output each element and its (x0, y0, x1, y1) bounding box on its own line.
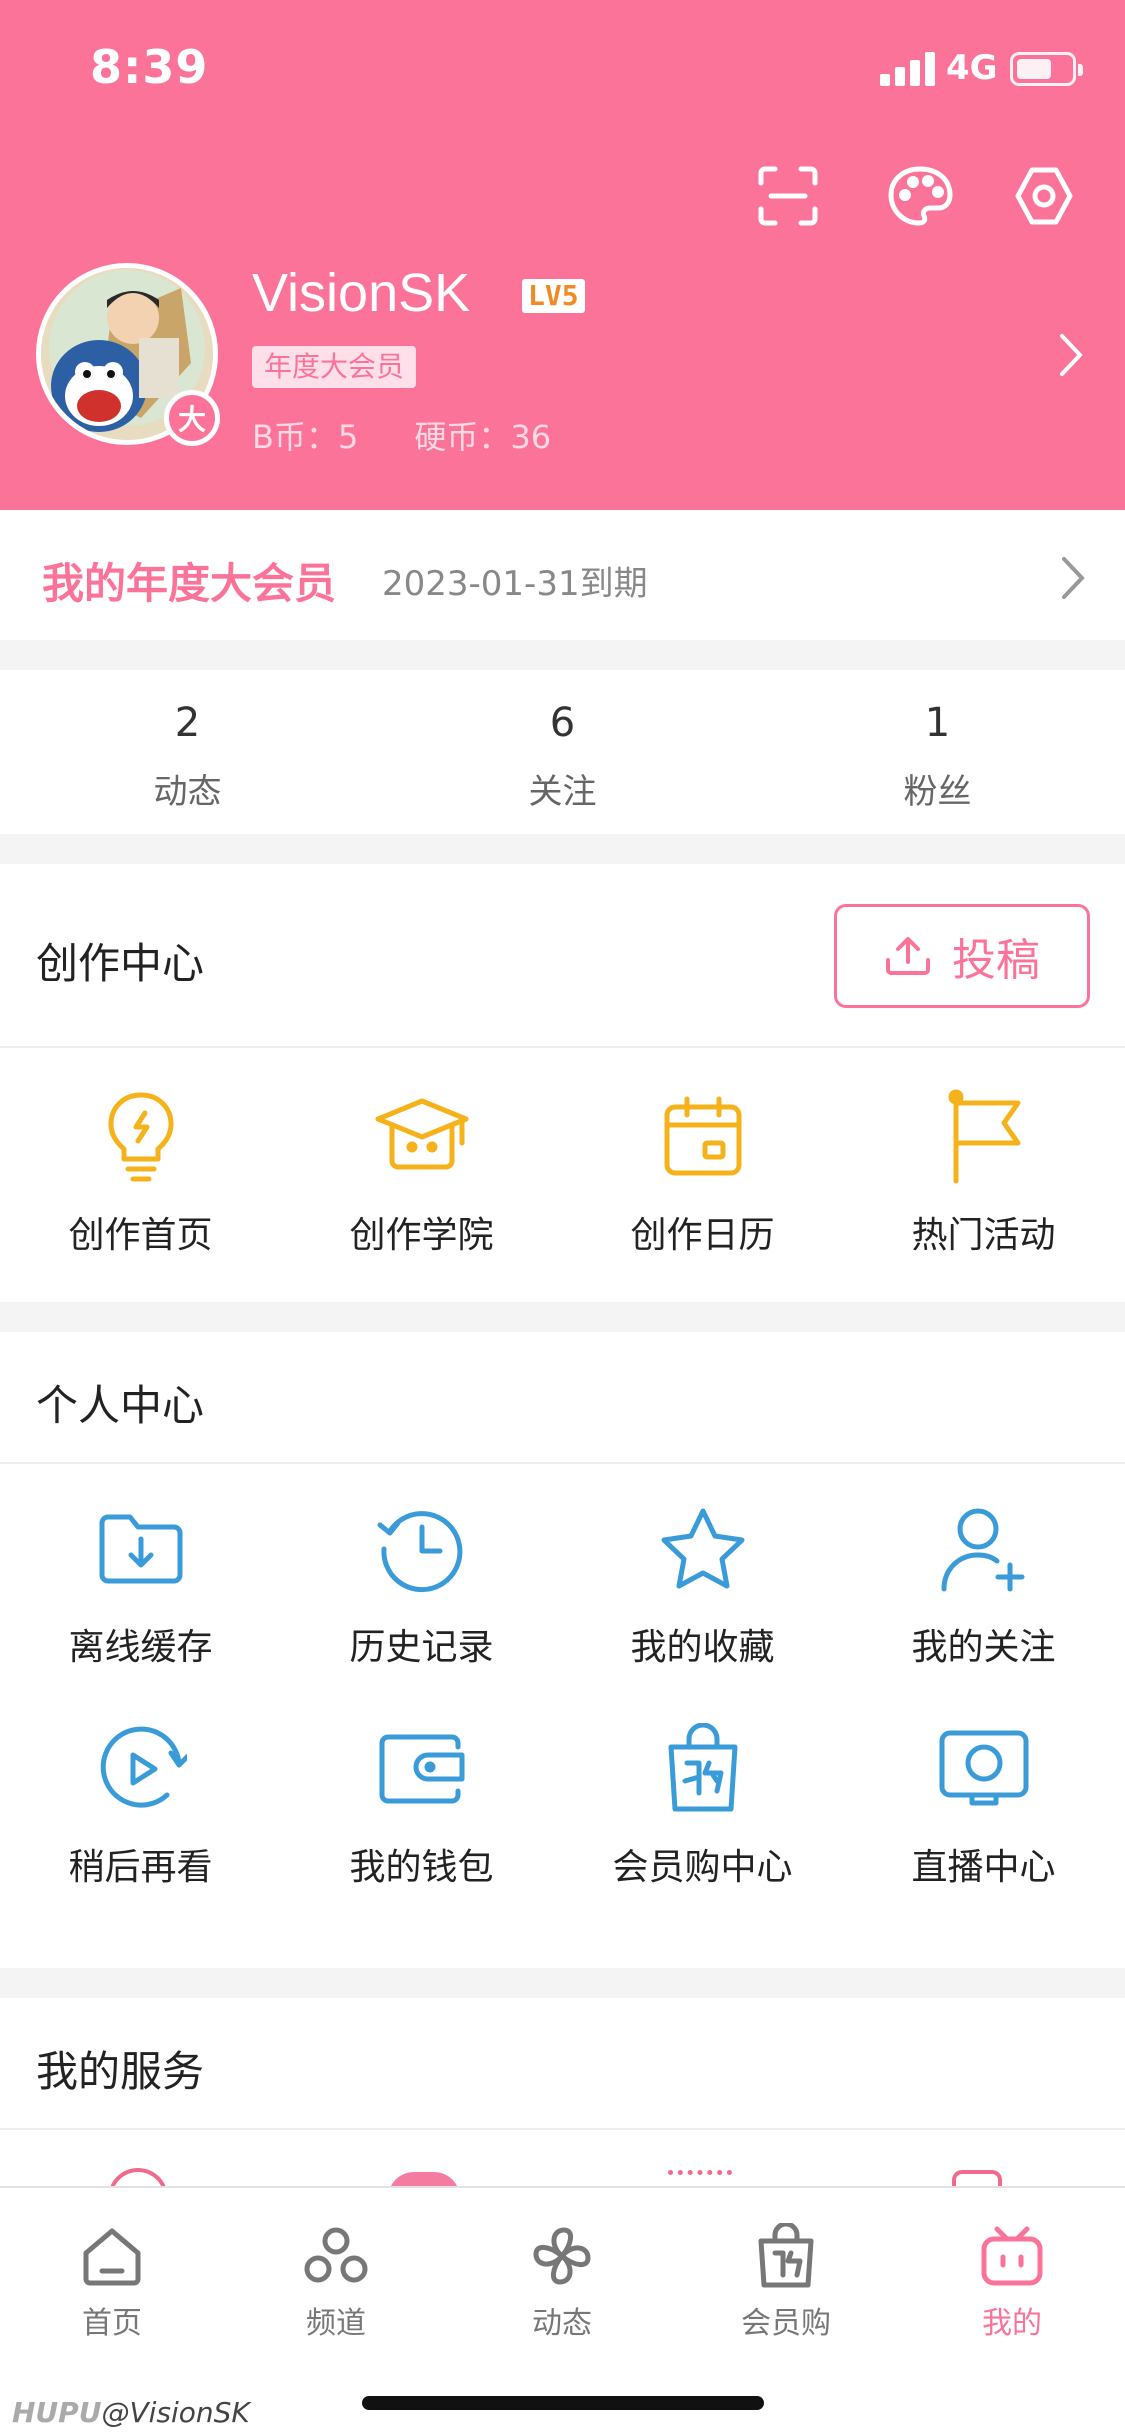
my-services-section: 我的服务 (0, 1998, 1125, 2198)
section-title: 我的服务 (36, 2047, 205, 2096)
grid-item-label: 我的关注 (911, 1627, 1056, 1668)
add-user-icon (843, 1494, 1124, 1604)
download-folder-icon (0, 1494, 281, 1604)
home-indicator[interactable] (362, 2396, 764, 2410)
upload-label: 投稿 (952, 935, 1040, 986)
tv-mascot-icon (932, 2218, 1092, 2294)
stat-label: 动态 (153, 772, 222, 812)
stats-row: 2 动态 6 关注 1 粉丝 (0, 670, 1125, 834)
grid-item-favorites[interactable]: 我的收藏 (562, 1494, 843, 1670)
grid-item-watch-later[interactable]: 稍后再看 (0, 1714, 281, 1890)
tab-label: 动态 (532, 2306, 592, 2341)
shopping-bag-icon (562, 1714, 843, 1824)
stat-number: 1 (924, 700, 951, 746)
signal-icon (880, 52, 936, 86)
stat-label: 粉丝 (903, 772, 972, 812)
grid-item-creation-calendar[interactable]: 创作日历 (562, 1082, 843, 1258)
history-clock-icon (281, 1494, 562, 1604)
status-bar: 8:39 4G (0, 0, 1125, 140)
stat-number: 2 (174, 700, 201, 746)
creation-center-section: 创作中心 投稿 创作首页 创作学院 创作日历 热门活动 (0, 864, 1125, 1302)
upload-icon (886, 937, 930, 975)
grid-item-label: 离线缓存 (68, 1627, 213, 1668)
channels-icon (256, 2218, 416, 2294)
grid-item-my-follows[interactable]: 我的关注 (843, 1494, 1124, 1670)
stat-dynamics[interactable]: 2 动态 (0, 670, 375, 834)
grid-item-label: 创作日历 (630, 1215, 775, 1256)
section-title: 个人中心 (36, 1381, 205, 1430)
watermark-brand: HUPU (12, 2396, 102, 2429)
grid-item-label: 我的钱包 (349, 1847, 494, 1888)
stat-label: 关注 (528, 772, 597, 812)
watermark-user: @VisionSK (101, 2396, 250, 2429)
grid-item-label: 直播中心 (911, 1847, 1056, 1888)
star-icon (562, 1494, 843, 1604)
personal-center-header: 个人中心 (0, 1332, 1125, 1464)
grid-item-creation-home[interactable]: 创作首页 (0, 1082, 281, 1258)
palette-icon[interactable] (884, 160, 956, 232)
grid-item-hot-events[interactable]: 热门活动 (843, 1082, 1124, 1258)
vip-title: 我的年度大会员 (42, 559, 337, 608)
level-badge: LV5 (522, 279, 585, 313)
personal-center-section: 个人中心 离线缓存 历史记录 我的收藏 我的关注 稍后再看 我的钱包 会员购中心… (0, 1332, 1125, 1968)
vip-badge: 大 (164, 390, 220, 446)
grid-item-vip-shop[interactable]: 会员购中心 (562, 1714, 843, 1890)
play-later-icon (0, 1714, 281, 1824)
grid-item-label: 会员购中心 (612, 1847, 793, 1888)
grid-item-label: 我的收藏 (630, 1627, 775, 1668)
profile-header: 8:39 4G 大 VisionSK LV5 年度大会员 B币：5 硬币：36 (0, 0, 1125, 510)
grid-item-label: 热门活动 (911, 1215, 1056, 1256)
tab-home[interactable]: 首页 (32, 2218, 192, 2342)
vip-expiry: 2023-01-31到期 (382, 564, 648, 604)
tab-dynamics[interactable]: 动态 (482, 2218, 642, 2342)
graduation-cap-icon (281, 1082, 562, 1192)
my-services-header: 我的服务 (0, 1998, 1125, 2130)
creation-center-header: 创作中心 投稿 (0, 864, 1125, 1048)
vip-membership-bar[interactable]: 我的年度大会员 2023-01-31到期 (0, 510, 1125, 640)
shopping-bag-icon (706, 2218, 866, 2294)
grid-item-creation-academy[interactable]: 创作学院 (281, 1082, 562, 1258)
tab-vip-shop[interactable]: 会员购 (706, 2218, 866, 2342)
vip-tag: 年度大会员 (252, 346, 417, 388)
stat-fans[interactable]: 1 粉丝 (750, 670, 1125, 834)
scan-icon[interactable] (752, 160, 824, 232)
tab-label: 首页 (82, 2306, 142, 2341)
live-tv-icon (843, 1714, 1124, 1824)
chevron-right-icon[interactable] (1050, 330, 1090, 380)
tab-label: 会员购 (741, 2306, 831, 2341)
lightbulb-icon (0, 1082, 281, 1192)
grid-item-label: 历史记录 (349, 1627, 494, 1668)
wallet-icon (281, 1714, 562, 1824)
chevron-right-icon (1052, 553, 1092, 603)
stat-following[interactable]: 6 关注 (375, 670, 750, 834)
watermark: HUPU@VisionSK (12, 2396, 250, 2429)
stat-number: 6 (549, 700, 576, 746)
username[interactable]: VisionSK (252, 262, 470, 324)
battery-icon (1010, 52, 1083, 86)
grid-item-label: 创作首页 (68, 1215, 213, 1256)
tab-label: 我的 (982, 2306, 1042, 2341)
pinwheel-icon (482, 2218, 642, 2294)
tab-label: 频道 (306, 2306, 366, 2341)
flag-icon (843, 1082, 1124, 1192)
upload-button[interactable]: 投稿 (834, 904, 1090, 1008)
grid-item-live-center[interactable]: 直播中心 (843, 1714, 1124, 1890)
grid-item-offline-cache[interactable]: 离线缓存 (0, 1494, 281, 1670)
grid-item-history[interactable]: 历史记录 (281, 1494, 562, 1670)
tab-mine[interactable]: 我的 (932, 2218, 1092, 2342)
settings-icon[interactable] (1008, 160, 1080, 232)
network-type: 4G (946, 48, 998, 88)
grid-item-wallet[interactable]: 我的钱包 (281, 1714, 562, 1890)
tab-channels[interactable]: 频道 (256, 2218, 416, 2342)
hard-coin-count: 硬币：36 (414, 418, 552, 456)
grid-item-label: 创作学院 (349, 1215, 494, 1256)
coin-balance: B币：5 硬币：36 (252, 412, 607, 458)
status-time: 8:39 (90, 40, 209, 94)
section-title: 创作中心 (36, 939, 205, 988)
grid-item-label: 稍后再看 (68, 1847, 213, 1888)
b-coin-count: B币：5 (252, 418, 359, 456)
calendar-icon (562, 1082, 843, 1192)
home-icon (32, 2218, 192, 2294)
